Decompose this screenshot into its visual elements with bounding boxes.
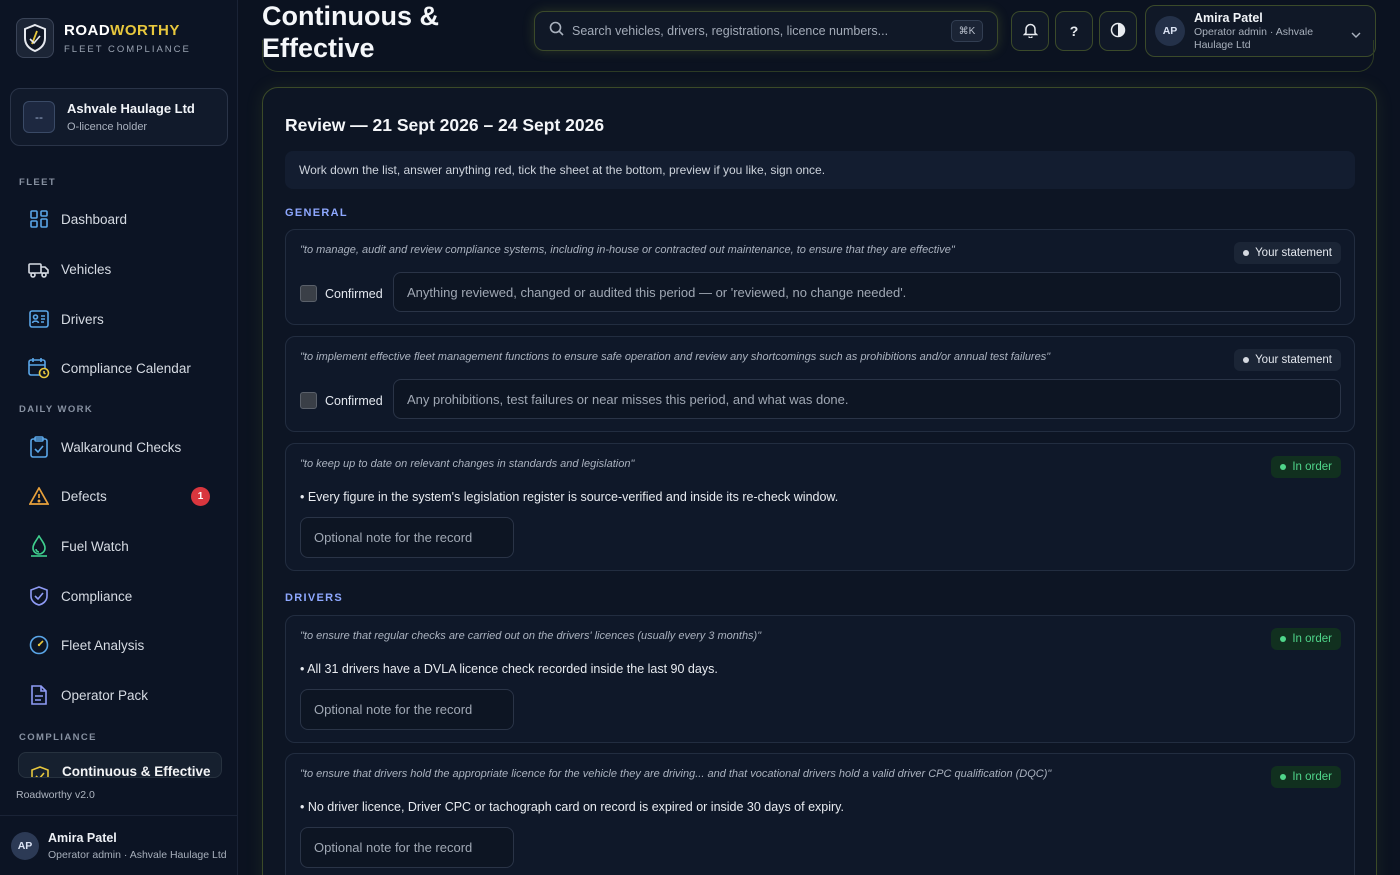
fuel-drop-icon <box>27 534 51 558</box>
sidebar-item-compliance[interactable]: Compliance <box>18 576 222 616</box>
status-dot-icon <box>1280 774 1287 780</box>
sidebar-item-label: Compliance <box>61 588 133 604</box>
brand[interactable]: ROADWORTHY FLEET COMPLIANCE <box>16 18 191 58</box>
review-card: Review — 21 Sept 2026 – 24 Sept 2026 Wor… <box>262 87 1377 875</box>
avatar: AP <box>11 831 39 860</box>
user-role: Operator admin · Ashvale Haulage Ltd <box>48 848 227 861</box>
status-dot-icon <box>1280 636 1287 642</box>
sidebar-item-operator-pack[interactable]: Operator Pack <box>18 675 222 715</box>
org-role: O-licence holder <box>67 121 148 133</box>
warning-triangle-icon <box>27 484 51 508</box>
review-item: "to manage, audit and review compliance … <box>285 229 1355 325</box>
obligation-quote: "to ensure that regular checks are carri… <box>300 630 762 642</box>
obligation-quote: "to implement effective fleet management… <box>300 351 1051 363</box>
note-input[interactable] <box>300 827 514 868</box>
nav-section-fleet: FLEET <box>19 177 57 188</box>
brand-subtitle: FLEET COMPLIANCE <box>64 43 191 55</box>
search-icon <box>549 21 564 41</box>
shield-check-icon <box>27 584 51 608</box>
search-input[interactable] <box>572 24 942 38</box>
status-badge: In order <box>1271 766 1341 788</box>
app-version: Roadworthy v2.0 <box>16 789 95 801</box>
review-instructions: Work down the list, answer anything red,… <box>285 151 1355 189</box>
finding-text: • No driver licence, Driver CPC or tacho… <box>300 800 844 814</box>
sidebar-item-label: Drivers <box>61 311 104 327</box>
org-name: Ashvale Haulage Ltd <box>67 101 195 116</box>
confirmed-checkbox[interactable]: Confirmed <box>300 285 383 302</box>
review-item: "to ensure that drivers hold the appropr… <box>285 753 1355 875</box>
user-name: Amira Patel <box>48 830 117 845</box>
sidebar-item-fleet-analysis[interactable]: Fleet Analysis <box>18 625 222 665</box>
sidebar-user-footer[interactable]: AP Amira Patel Operator admin · Ashvale … <box>0 815 238 875</box>
status-dot-icon <box>1243 250 1250 256</box>
sidebar-item-compliance-calendar[interactable]: Compliance Calendar <box>18 348 222 388</box>
checkbox-icon[interactable] <box>300 285 317 302</box>
sidebar-item-label: Continuous & Effective <box>62 764 211 778</box>
sidebar: ROADWORTHY FLEET COMPLIANCE -- Ashvale H… <box>0 0 238 875</box>
confirmed-label: Confirmed <box>325 393 383 408</box>
sidebar-item-dashboard[interactable]: Dashboard <box>18 199 222 239</box>
shield-badge-icon <box>28 764 52 777</box>
sidebar-item-label: Compliance Calendar <box>61 360 191 376</box>
status-badge: Your statement <box>1234 242 1341 264</box>
status-dot-icon <box>1243 357 1250 363</box>
bell-icon <box>1022 22 1038 41</box>
checkbox-icon[interactable] <box>300 392 317 409</box>
brand-shield-logo-icon <box>16 18 54 58</box>
search-shortcut-hint: ⌘K <box>951 20 983 42</box>
help-icon: ? <box>1069 23 1079 39</box>
defects-count-badge: 1 <box>191 486 210 506</box>
statement-input[interactable] <box>393 379 1341 419</box>
sidebar-item-defects[interactable]: Defects 1 <box>18 476 222 516</box>
status-badge: In order <box>1271 628 1341 650</box>
dashboard-grid-icon <box>27 207 51 231</box>
confirmed-label: Confirmed <box>325 286 383 301</box>
finding-text: • Every figure in the system's legislati… <box>300 490 839 504</box>
gauge-icon <box>27 633 51 657</box>
sidebar-item-continuous-effective[interactable]: Continuous & Effective <box>18 752 222 778</box>
sidebar-item-drivers[interactable]: Drivers <box>18 299 222 339</box>
confirmed-checkbox[interactable]: Confirmed <box>300 392 383 409</box>
review-item: "to ensure that regular checks are carri… <box>285 615 1355 743</box>
id-card-icon <box>27 307 51 331</box>
obligation-quote: "to ensure that drivers hold the appropr… <box>300 768 1052 780</box>
org-switcher[interactable]: -- Ashvale Haulage Ltd O-licence holder <box>10 88 228 146</box>
sidebar-item-walkaround-checks[interactable]: Walkaround Checks <box>18 427 222 467</box>
truck-icon <box>27 257 51 281</box>
brand-name: ROADWORTHY <box>64 21 180 39</box>
section-heading-general: GENERAL <box>285 207 348 219</box>
nav-section-daily-work: DAILY WORK <box>19 404 94 415</box>
sidebar-item-label: Operator Pack <box>61 687 149 703</box>
finding-text: • All 31 drivers have a DVLA licence che… <box>300 662 718 676</box>
user-name: Amira Patel <box>1194 10 1263 25</box>
sidebar-item-label: Defects <box>61 488 107 504</box>
sidebar-item-fuel-watch[interactable]: Fuel Watch <box>18 526 222 566</box>
review-item: "to keep up to date on relevant changes … <box>285 443 1355 571</box>
obligation-quote: "to manage, audit and review compliance … <box>300 244 955 256</box>
note-input[interactable] <box>300 517 514 558</box>
sidebar-item-label: Fuel Watch <box>61 538 129 554</box>
status-dot-icon <box>1280 464 1287 470</box>
contrast-icon <box>1110 22 1126 41</box>
document-icon <box>27 683 51 707</box>
nav-section-compliance: COMPLIANCE <box>19 732 97 743</box>
sidebar-item-label: Vehicles <box>61 261 112 277</box>
note-input[interactable] <box>300 689 514 730</box>
previous-card-edge <box>262 40 1374 72</box>
statement-input[interactable] <box>393 272 1341 312</box>
sidebar-item-label: Walkaround Checks <box>61 439 182 455</box>
org-avatar: -- <box>23 101 55 133</box>
sidebar-item-label: Dashboard <box>61 211 128 227</box>
obligation-quote: "to keep up to date on relevant changes … <box>300 458 635 470</box>
sidebar-item-label: Fleet Analysis <box>61 637 145 653</box>
calendar-clock-icon <box>27 356 51 380</box>
status-badge: In order <box>1271 456 1341 478</box>
section-heading-drivers: DRIVERS <box>285 592 343 604</box>
clipboard-check-icon <box>27 435 51 459</box>
review-item: "to implement effective fleet management… <box>285 336 1355 432</box>
sidebar-item-vehicles[interactable]: Vehicles <box>18 249 222 289</box>
review-title: Review — 21 Sept 2026 – 24 Sept 2026 <box>285 115 605 135</box>
status-badge: Your statement <box>1234 349 1341 371</box>
